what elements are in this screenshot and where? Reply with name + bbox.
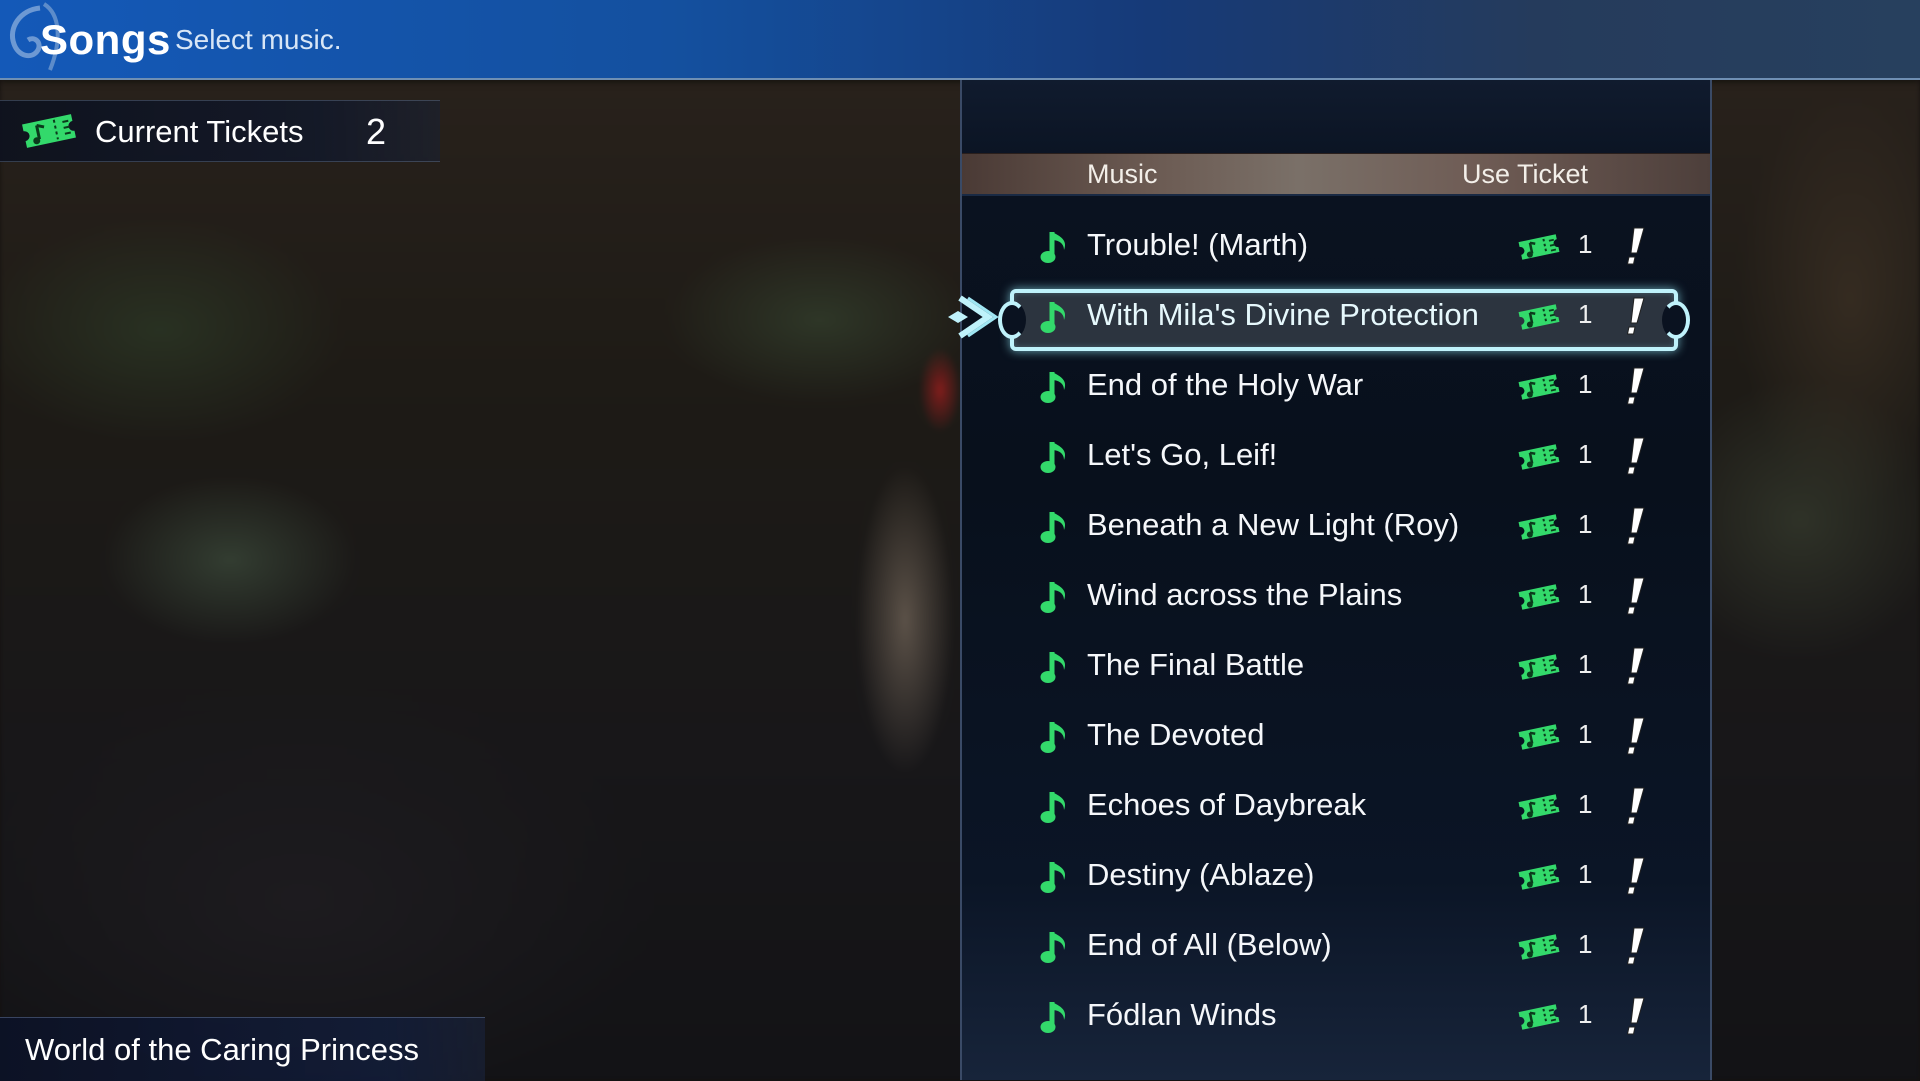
new-exclamation-icon (1626, 927, 1645, 965)
ticket-icon (1518, 304, 1560, 330)
song-row-selected[interactable]: With Mila's Divine Protection 1 (948, 286, 1710, 351)
new-exclamation-icon (1626, 227, 1645, 265)
column-music: Music (1087, 159, 1158, 189)
ticket-icon (1518, 724, 1560, 750)
ticket-cost: 1 (1578, 859, 1593, 889)
ticket-icon (1518, 234, 1560, 260)
music-note-icon (1040, 582, 1066, 613)
song-row[interactable]: Beneath a New Light (Roy) 1 (962, 496, 1710, 556)
ticket-cost: 1 (1578, 789, 1593, 819)
song-row[interactable]: The Devoted 1 (962, 706, 1710, 766)
song-title: Let's Go, Leif! (1087, 437, 1278, 472)
music-note-icon (1040, 862, 1066, 893)
song-title: Destiny (Ablaze) (1087, 857, 1315, 892)
new-exclamation-icon (1626, 577, 1645, 615)
song-title: End of All (Below) (1087, 927, 1332, 962)
song-title: With Mila's Divine Protection (1087, 297, 1479, 332)
ticket-cost: 1 (1578, 299, 1593, 329)
ticket-cost: 1 (1578, 509, 1593, 539)
ticket-cost: 1 (1578, 439, 1593, 469)
header-bar: Songs Select music. (0, 0, 1920, 80)
ticket-icon (1518, 864, 1560, 890)
ticket-icon (1518, 934, 1560, 960)
ticket-icon (1518, 514, 1560, 540)
song-row[interactable]: Let's Go, Leif! 1 (962, 426, 1710, 486)
song-list-panel: Music Use Ticket Trouble! (Marth) 1 With… (948, 80, 1712, 1080)
location-label: World of the Caring Princess (0, 1017, 485, 1081)
ticket-icon (1518, 444, 1560, 470)
song-title: Beneath a New Light (Roy) (1087, 507, 1460, 542)
song-row[interactable]: The Final Battle 1 (962, 636, 1710, 696)
tickets-label: Current Tickets (95, 114, 304, 149)
music-note-icon (1040, 232, 1066, 263)
music-note-icon (1040, 1002, 1066, 1033)
location-name: World of the Caring Princess (25, 1032, 419, 1067)
song-title: Fódlan Winds (1087, 997, 1277, 1032)
current-tickets-bar: Current Tickets 2 (0, 100, 440, 162)
song-title: Wind across the Plains (1087, 577, 1403, 612)
new-exclamation-icon (1626, 787, 1645, 825)
song-title: Trouble! (Marth) (1087, 227, 1309, 262)
ticket-icon (1518, 654, 1560, 680)
new-exclamation-icon (1626, 297, 1645, 335)
song-title: The Final Battle (1087, 647, 1305, 682)
ticket-cost: 1 (1578, 649, 1593, 679)
song-row[interactable]: Destiny (Ablaze) 1 (962, 846, 1710, 906)
ticket-icon (1518, 1004, 1560, 1030)
music-note-icon (1040, 512, 1066, 543)
ticket-icon (1518, 374, 1560, 400)
song-row[interactable]: Echoes of Daybreak 1 (962, 776, 1710, 836)
page-title: Songs (40, 16, 171, 63)
ticket-icon (1518, 584, 1560, 610)
new-exclamation-icon (1626, 647, 1645, 685)
song-title: End of the Holy War (1087, 367, 1364, 402)
new-exclamation-icon (1626, 367, 1645, 405)
song-row[interactable]: End of All (Below) 1 (962, 916, 1710, 976)
column-use-ticket: Use Ticket (1462, 159, 1589, 189)
ticket-cost: 1 (1578, 719, 1593, 749)
ticket-cost: 1 (1578, 579, 1593, 609)
music-note-icon (1040, 792, 1066, 823)
new-exclamation-icon (1626, 857, 1645, 895)
ticket-cost: 1 (1578, 929, 1593, 959)
new-exclamation-icon (1626, 717, 1645, 755)
new-exclamation-icon (1626, 507, 1645, 545)
music-note-icon (1040, 932, 1066, 963)
music-note-icon (1040, 372, 1066, 403)
music-note-icon (1040, 442, 1066, 473)
ticket-icon (1518, 794, 1560, 820)
ticket-icon (22, 114, 76, 148)
ticket-cost: 1 (1578, 229, 1593, 259)
song-row[interactable]: Wind across the Plains 1 (962, 566, 1710, 626)
song-row[interactable]: Fódlan Winds 1 (962, 986, 1710, 1046)
tickets-count: 2 (366, 111, 387, 152)
ticket-cost: 1 (1578, 369, 1593, 399)
column-header: Music Use Ticket (962, 153, 1710, 196)
song-row[interactable]: End of the Holy War 1 (962, 356, 1710, 416)
song-title: The Devoted (1087, 717, 1265, 752)
new-exclamation-icon (1626, 437, 1645, 475)
new-exclamation-icon (1626, 997, 1645, 1035)
page-subtitle: Select music. (175, 24, 342, 55)
ticket-cost: 1 (1578, 999, 1593, 1029)
song-title: Echoes of Daybreak (1087, 787, 1367, 822)
music-note-icon (1040, 302, 1066, 333)
music-note-icon (1040, 652, 1066, 683)
song-row[interactable]: Trouble! (Marth) 1 (962, 216, 1710, 276)
music-note-icon (1040, 722, 1066, 753)
